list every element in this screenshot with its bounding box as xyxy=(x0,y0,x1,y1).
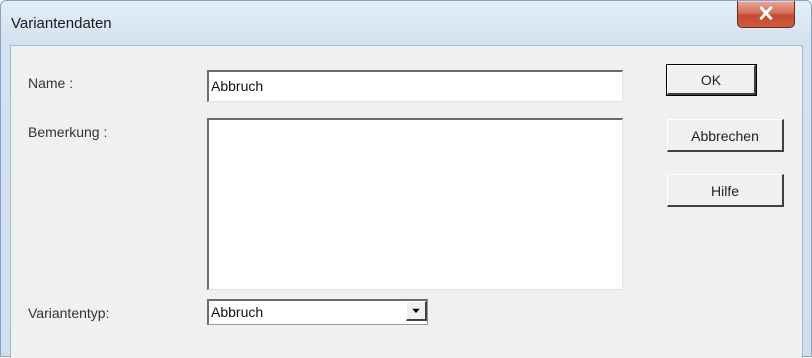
dropdown-button[interactable] xyxy=(406,301,427,321)
remark-textarea[interactable] xyxy=(207,118,623,290)
dialog-window: Variantendaten Name : Abbruch Bemerkung … xyxy=(0,0,812,358)
ok-button-label: OK xyxy=(700,72,722,88)
title-bar[interactable]: Variantendaten xyxy=(1,1,811,41)
remark-label: Bemerkung : xyxy=(28,124,108,140)
variant-type-value: Abbruch xyxy=(211,304,264,320)
variant-type-select[interactable]: Abbruch xyxy=(207,299,428,325)
close-icon xyxy=(759,6,773,20)
name-label: Name : xyxy=(28,75,74,91)
close-button[interactable] xyxy=(737,1,795,28)
variant-type-label: Variantentyp: xyxy=(28,305,110,321)
name-input[interactable]: Abbruch xyxy=(207,70,623,102)
cancel-button[interactable]: Abbrechen xyxy=(667,119,784,152)
chevron-down-icon xyxy=(412,308,420,314)
help-button-label: Hilfe xyxy=(710,183,739,199)
dialog-client-area: Name : Abbruch Bemerkung : Variantentyp:… xyxy=(10,45,803,358)
cancel-button-label: Abbrechen xyxy=(691,128,759,144)
help-button[interactable]: Hilfe xyxy=(667,174,784,207)
ok-button[interactable]: OK xyxy=(666,64,757,96)
window-title: Variantendaten xyxy=(11,15,112,32)
